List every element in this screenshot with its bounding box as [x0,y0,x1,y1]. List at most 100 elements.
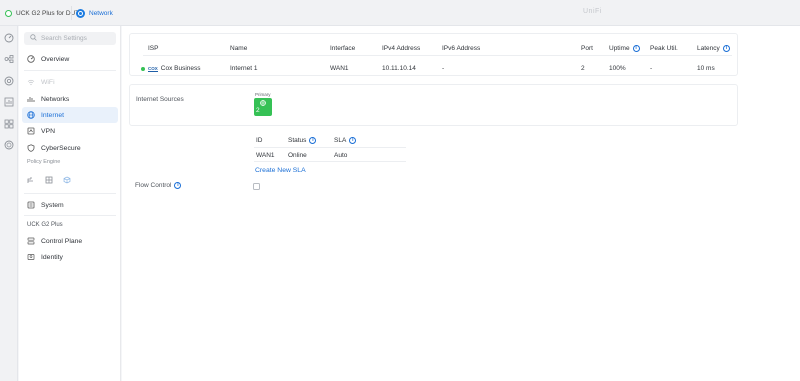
unifi-title: UniFi [583,8,602,15]
apps-grid-icon[interactable] [4,119,14,129]
networks-icon [27,95,35,103]
sidebar-divider [24,215,116,216]
vpn-icon [27,127,35,135]
search-icon [30,34,37,43]
internet-sources-label: Internet Sources [136,96,184,103]
cell-port: 2 [581,65,585,72]
identity-icon [27,253,35,261]
device-section-label: UCK G2 Plus [27,222,63,228]
sidebar-item-system[interactable]: System [22,197,118,213]
sidebar-item-internet[interactable]: Internet [22,107,118,123]
tab-divider [71,6,72,20]
sidebar-item-networks[interactable]: Networks [22,91,118,107]
sla-cell-status: Online [288,152,307,159]
cell-interface: WAN1 [330,65,349,72]
status-header-label: Status [288,137,307,144]
col-header-ipv4: IPv4 Address [382,45,421,52]
insights-icon[interactable] [4,97,14,107]
info-icon[interactable]: i [722,45,730,52]
create-new-sla-link[interactable]: Create New SLA [255,167,306,174]
network-app-icon [76,8,85,18]
sidebar-divider [24,70,116,71]
primary-label: Primary [255,92,271,97]
sidebar-item-wifi[interactable]: WiFi [22,74,118,90]
icon-rail [0,26,18,381]
globe-icon [260,100,266,106]
info-icon[interactable]: i [309,137,317,144]
flow-control-text: Flow Control [135,182,172,189]
search-input[interactable] [41,35,113,42]
settings-sidebar: Overview WiFi Networks Internet VPN Cybe… [19,26,121,381]
sidebar-item-label: Networks [41,95,70,103]
latency-header-label: Latency [697,45,720,52]
sidebar-item-label: Identity [41,253,63,261]
col-header-port: Port [581,45,593,52]
isp-name: Cox Business [160,65,201,72]
settings-search[interactable] [24,32,116,45]
sidebar-item-label: Control Plane [41,237,83,245]
sidebar-item-label: WiFi [41,78,55,86]
sidebar-item-overview[interactable]: Overview [22,51,118,67]
sidebar-divider [24,193,116,194]
cube-icon[interactable] [63,176,71,184]
devices-icon[interactable] [4,76,14,86]
app-name: Network [89,9,113,17]
cell-peak-util: - [650,65,653,72]
policy-engine-label: Policy Engine [27,159,61,165]
table-divider [254,161,406,162]
shield-icon [27,144,35,152]
sla-cell-sla: Auto [334,152,348,159]
sla-cell-id: WAN1 [256,152,275,159]
main-content: ISP Name Interface IPv4 Address IPv6 Add… [122,26,800,381]
col-header-name: Name [230,45,248,52]
cell-name: Internet 1 [230,65,258,72]
support-icon[interactable] [4,140,14,150]
sidebar-item-control-plane[interactable]: Control Plane [22,233,118,249]
grid-table-icon[interactable] [45,176,53,184]
cell-isp: COX Cox Business [141,65,201,72]
flow-control-checkbox[interactable] [253,183,260,190]
cell-ipv4: 10.11.10.14 [382,65,416,72]
sidebar-item-cybersecure[interactable]: CyberSecure [22,140,118,156]
system-icon [27,201,35,209]
sidebar-item-vpn[interactable]: VPN [22,123,118,139]
col-header-latency[interactable]: Latency i [697,45,730,52]
topology-icon[interactable] [4,54,14,64]
isp-table-card: ISP Name Interface IPv4 Address IPv6 Add… [129,33,738,76]
col-header-ipv6: IPv6 Address [442,45,481,52]
sidebar-item-label: CyberSecure [41,144,81,152]
sidebar-item-label: Internet [41,111,65,119]
sla-header-label: SLA [334,137,347,144]
app-tab-network[interactable]: Network [76,0,113,26]
control-plane-icon [27,237,35,245]
online-status-icon [141,66,145,71]
sidebar-item-label: Overview [41,55,70,63]
uptime-header-label: Uptime [609,45,630,52]
sla-col-header-status[interactable]: Status i [288,137,317,144]
sidebar-item-identity[interactable]: Identity [22,249,118,265]
col-header-peak-util: Peak Util. [650,45,678,52]
console-status-icon [5,9,12,17]
cell-ipv6: - [442,65,445,72]
sla-col-header-sla[interactable]: SLA i [334,137,357,144]
info-icon[interactable]: i [349,137,357,144]
col-header-isp: ISP [148,45,159,52]
sidebar-item-label: System [41,201,64,209]
cell-latency: 10 ms [697,65,715,72]
cell-uptime: 100% [609,65,626,72]
col-header-uptime[interactable]: Uptime i [609,45,640,52]
flow-rules-icon[interactable] [27,176,35,184]
primary-wan-port[interactable]: 2 [254,98,272,116]
sla-col-header-id: ID [256,137,263,144]
info-icon[interactable]: i [174,182,182,189]
wifi-icon [27,78,35,86]
policy-engine-icons [27,176,71,184]
table-divider [143,55,732,56]
globe-icon [27,111,35,119]
flow-control-label: Flow Control i [135,182,182,189]
primary-port-number: 2 [256,107,260,114]
internet-sources-card: Internet Sources Primary 2 [129,84,738,126]
dashboard-icon[interactable] [4,33,14,43]
info-icon[interactable]: i [632,45,640,52]
table-divider [254,147,406,148]
